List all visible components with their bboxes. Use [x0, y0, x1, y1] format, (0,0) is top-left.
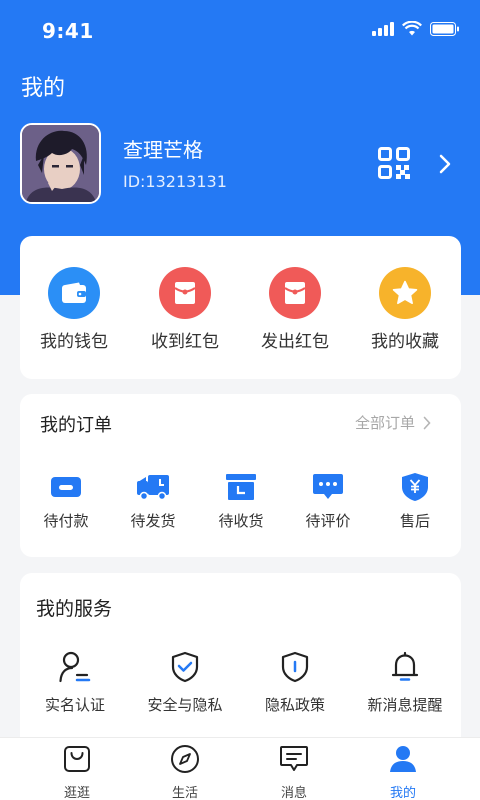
tab-label: 生活: [171, 786, 198, 800]
wallet-icon: [48, 267, 100, 319]
wallet-item-sent[interactable]: 发出红包: [250, 267, 340, 352]
tab-label: 消息: [280, 786, 307, 800]
wallet-card: 我的钱包 收到红包 发出红包 我的收藏: [20, 236, 461, 379]
order-pending-receipt[interactable]: 待收货: [206, 472, 276, 531]
tab-life[interactable]: 生活: [145, 744, 225, 800]
red-packet-icon: [159, 267, 211, 319]
page-title: 我的: [21, 76, 66, 101]
tab-me[interactable]: 我的: [363, 744, 443, 800]
shield-check-icon: [130, 650, 240, 684]
user-id: ID:13213131: [123, 172, 227, 191]
qr-code-icon[interactable]: [378, 147, 410, 179]
chevron-right-icon[interactable]: [438, 154, 452, 174]
services-title: 我的服务: [36, 598, 113, 620]
order-label: 待发货: [130, 512, 176, 530]
compass-icon: [145, 744, 225, 774]
order-after-sales[interactable]: 售后: [380, 472, 450, 531]
tab-messages[interactable]: 消息: [254, 744, 334, 800]
battery-icon: [430, 21, 459, 36]
service-notifications[interactable]: 新消息提醒: [350, 650, 460, 715]
bell-icon: [350, 650, 460, 684]
order-label: 待收货: [218, 512, 264, 530]
message-icon: [254, 744, 334, 774]
user-verify-icon: [20, 650, 130, 684]
shield-info-icon: [240, 650, 350, 684]
sent-label: 发出红包: [261, 332, 329, 352]
box-icon: [206, 472, 276, 502]
order-pending-review[interactable]: 待评价: [293, 472, 363, 531]
wallet-item-favorites[interactable]: 我的收藏: [360, 267, 450, 352]
tab-label: 我的: [389, 786, 416, 800]
chat-icon: [293, 472, 363, 502]
order-label: 待付款: [43, 512, 89, 530]
wallet-item-wallet[interactable]: 我的钱包: [29, 267, 119, 352]
tab-browse[interactable]: 逛逛: [37, 744, 117, 800]
received-label: 收到红包: [151, 332, 219, 352]
status-time: 9:41: [42, 19, 94, 43]
order-pending-shipment[interactable]: 待发货: [118, 472, 188, 531]
card-icon: [31, 472, 101, 502]
truck-icon: [118, 472, 188, 502]
profile-icon: [363, 744, 443, 774]
favorites-label: 我的收藏: [371, 332, 439, 352]
status-bar: 9:41: [0, 0, 480, 60]
status-icons: [372, 21, 460, 36]
orders-card: 我的订单 全部订单 待付款 待发货 待收货 待评价 售后: [20, 394, 461, 557]
wallet-label: 我的钱包: [40, 332, 108, 352]
shield-yen-icon: [380, 472, 450, 502]
wallet-item-received[interactable]: 收到红包: [140, 267, 230, 352]
order-label: 待评价: [305, 512, 351, 530]
bottom-tab-bar: 逛逛 生活 消息 我的: [0, 737, 480, 800]
service-label: 隐私政策: [264, 696, 325, 714]
order-pending-payment[interactable]: 待付款: [31, 472, 101, 531]
service-label: 新消息提醒: [367, 696, 443, 714]
tab-label: 逛逛: [63, 786, 90, 800]
avatar-illustration: [22, 125, 99, 202]
service-label: 安全与隐私: [147, 696, 223, 714]
bag-icon: [37, 744, 117, 774]
username: 查理芒格: [123, 138, 203, 162]
all-orders-label: 全部订单: [354, 414, 415, 432]
service-label: 实名认证: [44, 696, 105, 714]
red-packet-icon: [269, 267, 321, 319]
orders-title: 我的订单: [40, 415, 112, 436]
chevron-right-icon: [423, 416, 431, 429]
service-real-name[interactable]: 实名认证: [20, 650, 130, 715]
wifi-icon: [402, 21, 422, 36]
star-icon: [379, 267, 431, 319]
all-orders-link[interactable]: 全部订单: [355, 412, 431, 433]
service-privacy-policy[interactable]: 隐私政策: [240, 650, 350, 715]
avatar[interactable]: [20, 123, 101, 204]
service-security-privacy[interactable]: 安全与隐私: [130, 650, 240, 715]
order-label: 售后: [399, 512, 430, 530]
signal-icon: [372, 21, 394, 36]
